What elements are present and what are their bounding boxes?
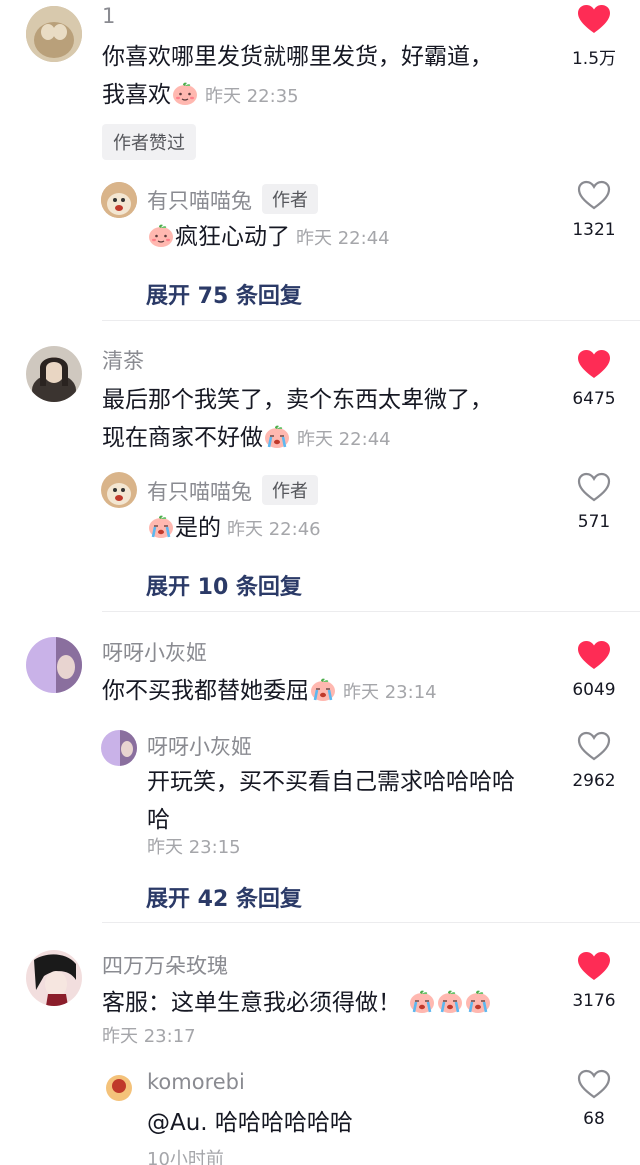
comment-text-line2: 我喜欢	[102, 82, 171, 108]
like-button[interactable]: 6475	[570, 349, 618, 409]
avatar[interactable]	[101, 1068, 137, 1104]
reply-text-line1: 开玩笑，买不买看自己需求哈哈哈哈	[147, 769, 515, 795]
comment-text: 你不买我都替她委屈 昨天 23:14	[102, 672, 542, 712]
like-button[interactable]: 1.5万	[570, 4, 618, 69]
heart-outline-icon	[577, 731, 611, 761]
comment-text-line1: 你喜欢哪里发货就哪里发货，好霸道，	[102, 44, 493, 70]
reply-text-line2: 哈	[147, 807, 170, 833]
comment-text: 客服：这单生意我必须得做！	[102, 984, 542, 1022]
like-button[interactable]: 2962	[570, 731, 618, 791]
heart-outline-icon	[577, 472, 611, 502]
reply-time: 10小时前	[147, 1149, 224, 1165]
cry-emoji-icon	[437, 988, 463, 1014]
cry-emoji-icon	[409, 988, 435, 1014]
reply-username-text: 有只喵喵兔	[147, 189, 252, 213]
heart-filled-icon	[577, 951, 611, 981]
reply-text: @Au. 哈哈哈哈哈哈	[147, 1104, 353, 1142]
comment-text: 你喜欢哪里发货就哪里发货，好霸道， 我喜欢 昨天 22:35	[102, 38, 542, 116]
like-count: 1321	[572, 220, 616, 240]
reply-text-body: 疯狂心动了	[175, 224, 290, 250]
reply-time: 昨天 22:44	[296, 228, 390, 249]
avatar[interactable]	[26, 346, 82, 402]
avatar[interactable]	[101, 182, 137, 218]
reply-text: 是的 昨天 22:46	[147, 509, 321, 549]
comment-username[interactable]: 1	[102, 4, 115, 28]
like-count: 68	[583, 1109, 605, 1129]
reply-text-body: @Au. 哈哈哈哈哈哈	[147, 1110, 353, 1136]
reply-username[interactable]: 有只喵喵兔 作者	[147, 475, 318, 506]
reply-text: 开玩笑，买不买看自己需求哈哈哈哈 哈	[147, 763, 547, 839]
comment-text-line1: 你不买我都替她委屈	[102, 678, 309, 704]
reply-username[interactable]: komorebi	[147, 1070, 245, 1094]
expand-replies-link[interactable]: 展开 75 条回复	[146, 278, 302, 310]
heart-outline-icon	[577, 180, 611, 210]
like-button[interactable]: 6049	[570, 640, 618, 700]
heart-outline-icon	[577, 1069, 611, 1099]
like-button[interactable]: 3176	[570, 951, 618, 1011]
cry-emoji-icon	[310, 676, 336, 702]
cry-emoji-icon	[465, 988, 491, 1014]
heart-filled-icon	[577, 640, 611, 670]
like-button[interactable]: 1321	[570, 180, 618, 240]
avatar[interactable]	[101, 472, 137, 508]
heart-filled-icon	[577, 349, 611, 379]
like-count: 2962	[572, 771, 616, 791]
like-button[interactable]: 571	[570, 472, 618, 532]
reply-time: 昨天 22:46	[227, 519, 321, 540]
reply-username[interactable]: 有只喵喵兔 作者	[147, 184, 318, 215]
comment-time: 昨天 22:44	[297, 429, 391, 450]
avatar[interactable]	[101, 730, 137, 766]
avatar[interactable]	[26, 637, 82, 693]
thread-divider	[102, 922, 640, 923]
like-count: 3176	[572, 991, 616, 1011]
expand-replies-link[interactable]: 展开 10 条回复	[146, 569, 302, 601]
like-button[interactable]: 68	[570, 1069, 618, 1129]
comment-username[interactable]: 清茶	[102, 345, 144, 375]
comment-username[interactable]: 四万万朵玫瑰	[102, 950, 228, 980]
comment-time: 昨天 23:17	[102, 1026, 196, 1047]
peach-emoji-icon	[172, 80, 198, 106]
peach-emoji-icon	[148, 222, 174, 248]
comment-text-line1: 客服：这单生意我必须得做！	[102, 990, 401, 1016]
comment-text: 最后那个我笑了，卖个东西太卑微了， 现在商家不好做 昨天 22:44	[102, 381, 542, 459]
thread-divider	[102, 320, 640, 321]
like-count: 6049	[572, 680, 616, 700]
reply-text-body: 是的	[175, 515, 221, 541]
like-count: 6475	[572, 389, 616, 409]
expand-replies-link[interactable]: 展开 42 条回复	[146, 881, 302, 913]
thread-divider	[102, 611, 640, 612]
avatar[interactable]	[26, 6, 82, 62]
comment-text-line2: 现在商家不好做	[102, 425, 263, 451]
reply-text: 疯狂心动了 昨天 22:44	[147, 218, 390, 258]
author-liked-badge: 作者赞过	[102, 124, 196, 160]
comment-username[interactable]: 呀呀小灰姬	[102, 637, 207, 667]
author-badge: 作者	[262, 184, 318, 214]
like-count: 571	[577, 512, 611, 532]
cry-emoji-icon	[264, 423, 290, 449]
comment-time: 昨天 23:14	[343, 682, 437, 703]
avatar[interactable]	[26, 950, 82, 1006]
cry-emoji-icon	[148, 513, 174, 539]
comment-time: 昨天 22:35	[205, 86, 299, 107]
like-count: 1.5万	[571, 49, 617, 69]
heart-filled-icon	[577, 4, 611, 34]
reply-time: 昨天 23:15	[147, 837, 241, 858]
comment-text-line1: 最后那个我笑了，卖个东西太卑微了，	[102, 387, 493, 413]
reply-username-text: 有只喵喵兔	[147, 480, 252, 504]
author-badge: 作者	[262, 475, 318, 505]
reply-username[interactable]: 呀呀小灰姬	[147, 731, 252, 761]
